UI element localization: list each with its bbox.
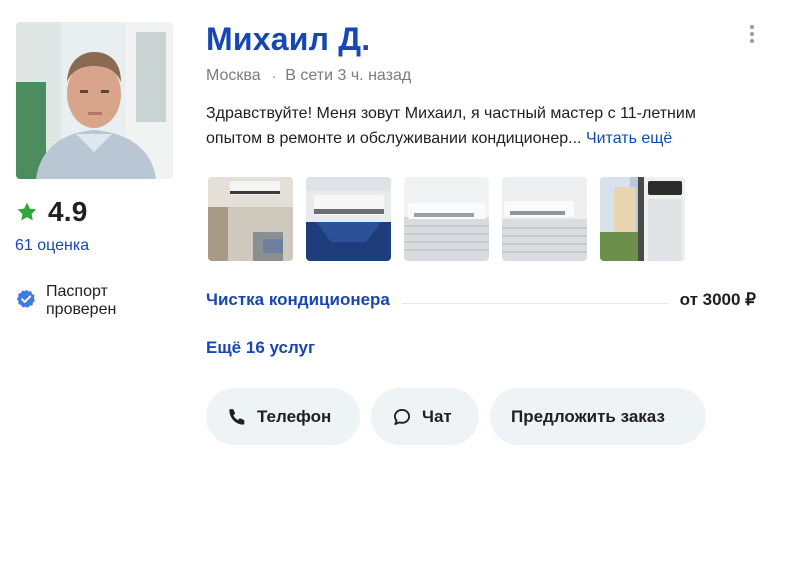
rating-block: 4.9 bbox=[16, 196, 88, 228]
photo-gallery bbox=[208, 177, 685, 261]
reviews-link[interactable]: 61 оценка bbox=[15, 237, 89, 255]
phone-button-label: Телефон bbox=[257, 406, 332, 426]
photo-thumbnail[interactable] bbox=[600, 177, 685, 261]
read-more-link[interactable]: Читать ещё bbox=[586, 130, 672, 147]
chat-icon bbox=[394, 408, 410, 425]
action-buttons: Телефон Чат Предложить заказ bbox=[206, 388, 706, 445]
phone-button[interactable]: Телефон bbox=[206, 388, 360, 445]
more-services-link[interactable]: Ещё 16 услуг bbox=[206, 338, 315, 358]
profile-meta: Москва · В сети 3 ч. назад bbox=[206, 67, 411, 85]
passport-verified: Паспорт проверен bbox=[16, 283, 136, 319]
photo-thumbnail[interactable] bbox=[502, 177, 587, 261]
photo-thumbnail[interactable] bbox=[306, 177, 391, 261]
service-title[interactable]: Чистка кондиционера bbox=[206, 290, 390, 310]
chat-button[interactable]: Чат bbox=[371, 388, 479, 445]
rating-value: 4.9 bbox=[48, 196, 88, 227]
avatar[interactable] bbox=[16, 22, 173, 179]
offer-order-button-label: Предложить заказ bbox=[511, 406, 665, 426]
service-price: от 3000 ₽ bbox=[679, 290, 756, 309]
separator: · bbox=[271, 68, 277, 84]
city: Москва bbox=[206, 67, 261, 84]
more-options-icon[interactable] bbox=[740, 22, 764, 46]
online-status: В сети 3 ч. назад bbox=[285, 67, 412, 84]
photo-thumbnail[interactable] bbox=[208, 177, 293, 261]
phone-icon bbox=[229, 408, 245, 425]
service-row: Чистка кондиционера от 3000 ₽ bbox=[206, 290, 756, 310]
service-divider bbox=[401, 302, 668, 304]
profile-name[interactable]: Михаил Д. bbox=[206, 21, 370, 58]
profile-description: Здравствуйте! Меня зовут Михаил, я частн… bbox=[206, 101, 746, 151]
verified-badge-icon bbox=[16, 289, 35, 308]
photo-thumbnail[interactable] bbox=[404, 177, 489, 261]
chat-button-label: Чат bbox=[422, 406, 452, 426]
passport-status: Паспорт проверен bbox=[46, 283, 117, 318]
star-icon bbox=[17, 202, 37, 221]
offer-order-button[interactable]: Предложить заказ bbox=[490, 388, 706, 445]
